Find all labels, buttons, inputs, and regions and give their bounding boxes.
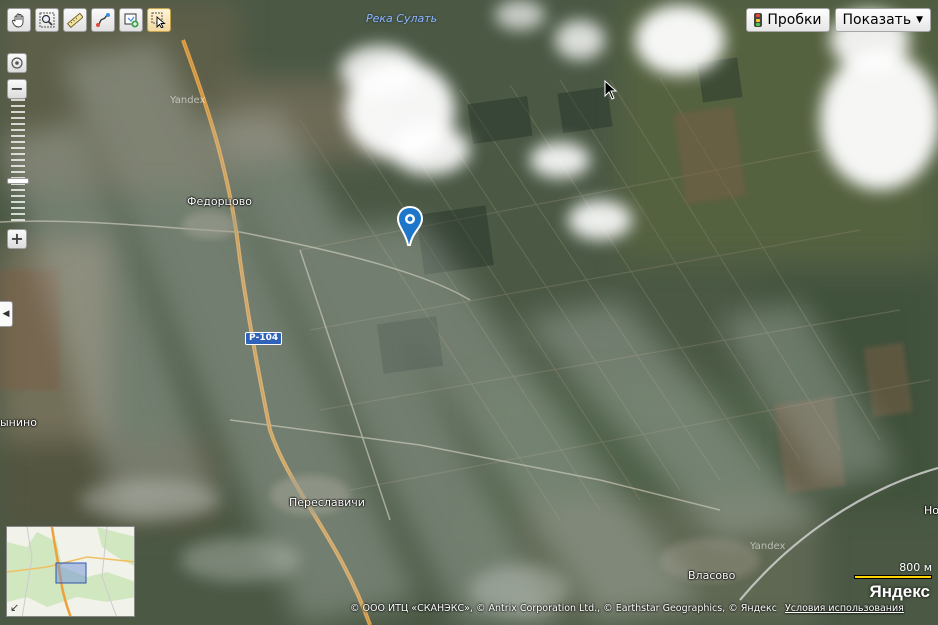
show-layers-dropdown[interactable]: Показать ▼ [834,8,931,32]
select-tool-button[interactable] [147,8,171,32]
route-button[interactable] [91,8,115,32]
add-object-icon [124,13,139,28]
ruler-button[interactable] [63,8,87,32]
place-label-vlasovo: Власово [688,569,736,582]
terms-of-use-link[interactable]: Условия использования [785,603,904,614]
watermark-yandex: Yandex [170,95,206,106]
locate-target-icon [11,57,23,69]
select-arrow-icon [151,12,166,28]
zoom-area-button[interactable] [35,8,59,32]
yandex-logo: Яндекс [869,582,930,601]
copyright-text: © ООО ИТЦ «СКАНЭКС», © Antrix Corporatio… [350,603,777,614]
scale-line [854,575,932,579]
hand-tool-button[interactable] [7,8,31,32]
route-icon [96,13,110,27]
place-label-fedortsovo: Федорцово [187,195,252,208]
show-label: Показать [842,12,912,28]
traffic-light-icon [754,13,763,27]
ruler-icon [67,12,83,28]
zoom-out-button[interactable]: − [7,79,27,99]
place-label-pereslavichi: Переславичи [289,496,365,509]
top-right-controls: Пробки Показать ▼ [746,8,931,32]
location-pin-icon[interactable] [396,205,424,251]
chevron-left-icon: ◀ [2,309,10,319]
river-label: Река Сулать [366,12,438,25]
resize-arrow-icon[interactable]: ↙ [10,601,19,614]
zoom-in-button[interactable]: + [7,229,27,249]
traffic-label: Пробки [767,12,822,28]
place-label-no: Но [924,504,938,517]
plus-icon: + [10,229,24,248]
overview-minimap[interactable]: ↙ [6,526,135,617]
side-panel-toggle[interactable]: ◀ [0,301,13,327]
minimap-graphic [7,527,134,616]
mouse-cursor-icon [604,79,618,104]
locate-button[interactable] [7,53,27,73]
map-toolbar [7,8,171,32]
scale-bar: 800 м [854,561,932,579]
caret-down-icon: ▼ [916,15,923,25]
traffic-button[interactable]: Пробки [746,8,830,32]
zoom-slider-track[interactable] [11,99,25,227]
magnifier-zoom-icon [39,12,55,28]
watermark-yandex: Yandex [750,541,786,552]
add-object-button[interactable] [119,8,143,32]
satellite-imagery [0,0,938,625]
satellite-map[interactable]: Река Сулать Yandex Yandex Федорцово ынин… [0,0,938,625]
minus-icon: − [10,79,24,98]
scale-label: 800 м [899,561,932,574]
hand-icon [12,13,24,28]
road-shield-r104: Р-104 [245,332,283,345]
place-label-yanino: ынино [0,416,37,429]
zoom-slider-thumb[interactable] [7,178,29,184]
copyright-bar: © ООО ИТЦ «СКАНЭКС», © Antrix Corporatio… [350,603,904,614]
